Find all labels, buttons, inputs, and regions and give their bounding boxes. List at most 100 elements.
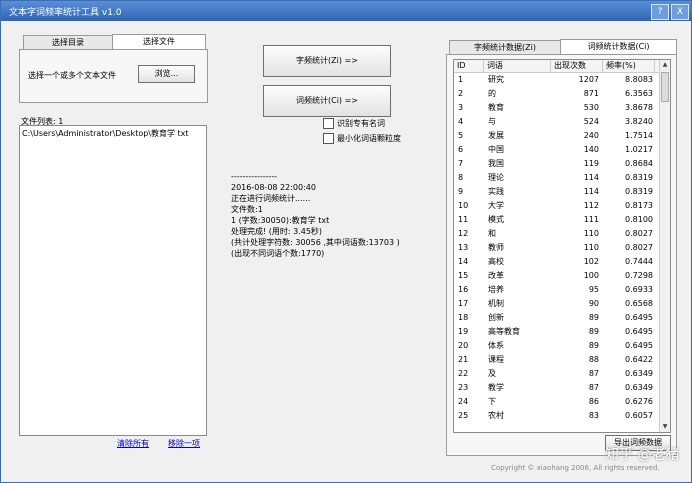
- cell-id: 4: [458, 117, 464, 126]
- table-row[interactable]: 4 与 524 3.8240: [454, 115, 659, 129]
- cell-count: 90: [588, 299, 599, 308]
- word-frequency-button[interactable]: 词频统计(Ci) =>: [263, 85, 391, 117]
- file-list-item[interactable]: C:\Users\Administrator\Desktop\教育学 txt: [22, 128, 189, 139]
- cell-frequency: 1.0217: [625, 145, 653, 154]
- scroll-up-icon[interactable]: ▲: [661, 61, 669, 69]
- cell-count: 110: [583, 243, 599, 252]
- help-button[interactable]: ?: [651, 4, 669, 20]
- cell-id: 10: [458, 201, 469, 210]
- cell-frequency: 3.8678: [625, 103, 653, 112]
- table-row[interactable]: 21 课程 88 0.6422: [454, 353, 659, 367]
- cell-id: 1: [458, 75, 464, 84]
- char-frequency-button[interactable]: 字频统计(Zi) =>: [263, 45, 391, 77]
- status-line: 2016-08-08 22:00:40: [231, 183, 316, 192]
- cell-word: 高等教育: [488, 327, 520, 336]
- table-row[interactable]: 14 高校 102 0.7444: [454, 255, 659, 269]
- table-scrollbar[interactable]: ▲ ▼: [659, 60, 670, 432]
- cell-word: 及: [488, 369, 496, 378]
- cell-word: 课程: [488, 355, 504, 364]
- table-row[interactable]: 16 培养 95 0.6933: [454, 283, 659, 297]
- table-row[interactable]: 11 模式 111 0.8100: [454, 213, 659, 227]
- table-row[interactable]: 13 教师 110 0.8027: [454, 241, 659, 255]
- minimize-granularity-checkbox[interactable]: [323, 133, 334, 144]
- remove-one-link[interactable]: 移除一项: [168, 438, 200, 449]
- cell-id: 23: [458, 383, 469, 392]
- table-row[interactable]: 22 及 87 0.6349: [454, 367, 659, 381]
- table-row[interactable]: 10 大学 112 0.8173: [454, 199, 659, 213]
- cell-count: 1207: [578, 75, 599, 84]
- column-frequency[interactable]: 频率(%): [603, 60, 655, 72]
- table-row[interactable]: 3 教育 530 3.8678: [454, 101, 659, 115]
- cell-word: 理论: [488, 173, 504, 182]
- tab-select-file[interactable]: 选择文件: [112, 34, 206, 50]
- cell-count: 112: [583, 201, 599, 210]
- word-frequency-table[interactable]: ID 词语 出现次数 频率(%) 1 研究 1207 8.8083 2 的 871 6.35…: [453, 59, 671, 433]
- table-row[interactable]: 12 和 110 0.8027: [454, 227, 659, 241]
- cell-word: 体系: [488, 341, 504, 350]
- cell-word: 中国: [488, 145, 504, 154]
- table-row[interactable]: 9 实践 114 0.8319: [454, 185, 659, 199]
- browse-button[interactable]: 浏览...: [138, 65, 195, 83]
- table-row[interactable]: 17 机制 90 0.6568: [454, 297, 659, 311]
- cell-word: 高校: [488, 257, 504, 266]
- file-list[interactable]: C:\Users\Administrator\Desktop\教育学 txt: [19, 125, 207, 436]
- recognize-names-checkbox[interactable]: [323, 118, 334, 129]
- cell-count: 111: [583, 215, 599, 224]
- cell-count: 89: [588, 313, 599, 322]
- cell-id: 16: [458, 285, 469, 294]
- cell-count: 871: [583, 89, 599, 98]
- column-word[interactable]: 词语: [484, 60, 551, 72]
- table-row[interactable]: 7 我国 119 0.8684: [454, 157, 659, 171]
- cell-word: 模式: [488, 215, 504, 224]
- cell-frequency: 0.7298: [625, 271, 653, 280]
- cell-word: 研究: [488, 75, 504, 84]
- title-bar[interactable]: 文本字词频率统计工具 v1.0 ? X: [1, 1, 691, 21]
- table-row[interactable]: 18 创新 89 0.6495: [454, 311, 659, 325]
- cell-count: 83: [588, 411, 599, 420]
- tab-select-folder[interactable]: 选择目录: [23, 35, 113, 50]
- table-row[interactable]: 24 下 86 0.6276: [454, 395, 659, 409]
- cell-id: 11: [458, 215, 469, 224]
- cell-id: 21: [458, 355, 469, 364]
- table-row[interactable]: 15 改革 100 0.7298: [454, 269, 659, 283]
- table-row[interactable]: 25 农村 83 0.6057: [454, 409, 659, 423]
- cell-frequency: 0.8173: [625, 201, 653, 210]
- cell-frequency: 0.8684: [625, 159, 653, 168]
- close-button[interactable]: X: [671, 4, 689, 20]
- table-row[interactable]: 1 研究 1207 8.8083: [454, 73, 659, 87]
- cell-word: 发展: [488, 131, 504, 140]
- scroll-down-icon[interactable]: ▼: [661, 423, 669, 431]
- cell-count: 87: [588, 383, 599, 392]
- scrollbar-thumb[interactable]: [661, 72, 669, 102]
- cell-count: 87: [588, 369, 599, 378]
- cell-word: 的: [488, 89, 496, 98]
- table-row[interactable]: 8 理论 114 0.8319: [454, 171, 659, 185]
- column-id[interactable]: ID: [454, 60, 484, 72]
- tab-word-data[interactable]: 词频统计数据(Ci): [560, 39, 677, 55]
- status-line: 1 (字数:30050):教育学 txt: [231, 216, 330, 225]
- cell-frequency: 3.8240: [625, 117, 653, 126]
- file-select-panel: 选择一个或多个文本文件 浏览...: [19, 49, 208, 103]
- tab-char-data[interactable]: 字频统计数据(Zi): [449, 40, 561, 55]
- cell-frequency: 0.6495: [625, 327, 653, 336]
- cell-id: 22: [458, 369, 469, 378]
- cell-count: 102: [583, 257, 599, 266]
- table-row[interactable]: 5 发展 240 1.7514: [454, 129, 659, 143]
- table-row[interactable]: 19 高等教育 89 0.6495: [454, 325, 659, 339]
- cell-id: 9: [458, 187, 464, 196]
- cell-id: 5: [458, 131, 464, 140]
- minimize-granularity-label: 最小化词语颗粒度: [337, 134, 401, 143]
- window-title: 文本字词频率统计工具 v1.0: [9, 8, 122, 18]
- cell-id: 14: [458, 257, 469, 266]
- clear-all-link[interactable]: 清除所有: [117, 438, 149, 449]
- cell-id: 19: [458, 327, 469, 336]
- table-row[interactable]: 6 中国 140 1.0217: [454, 143, 659, 157]
- table-row[interactable]: 20 体系 89 0.6495: [454, 339, 659, 353]
- status-line: 正在进行词频统计......: [231, 194, 311, 203]
- cell-id: 25: [458, 411, 469, 420]
- table-row[interactable]: 23 教学 87 0.6349: [454, 381, 659, 395]
- status-line: 处理完成! (用时: 3.45秒): [231, 227, 323, 236]
- table-row[interactable]: 2 的 871 6.3563: [454, 87, 659, 101]
- cell-frequency: 0.6349: [625, 383, 653, 392]
- column-count[interactable]: 出现次数: [551, 60, 603, 72]
